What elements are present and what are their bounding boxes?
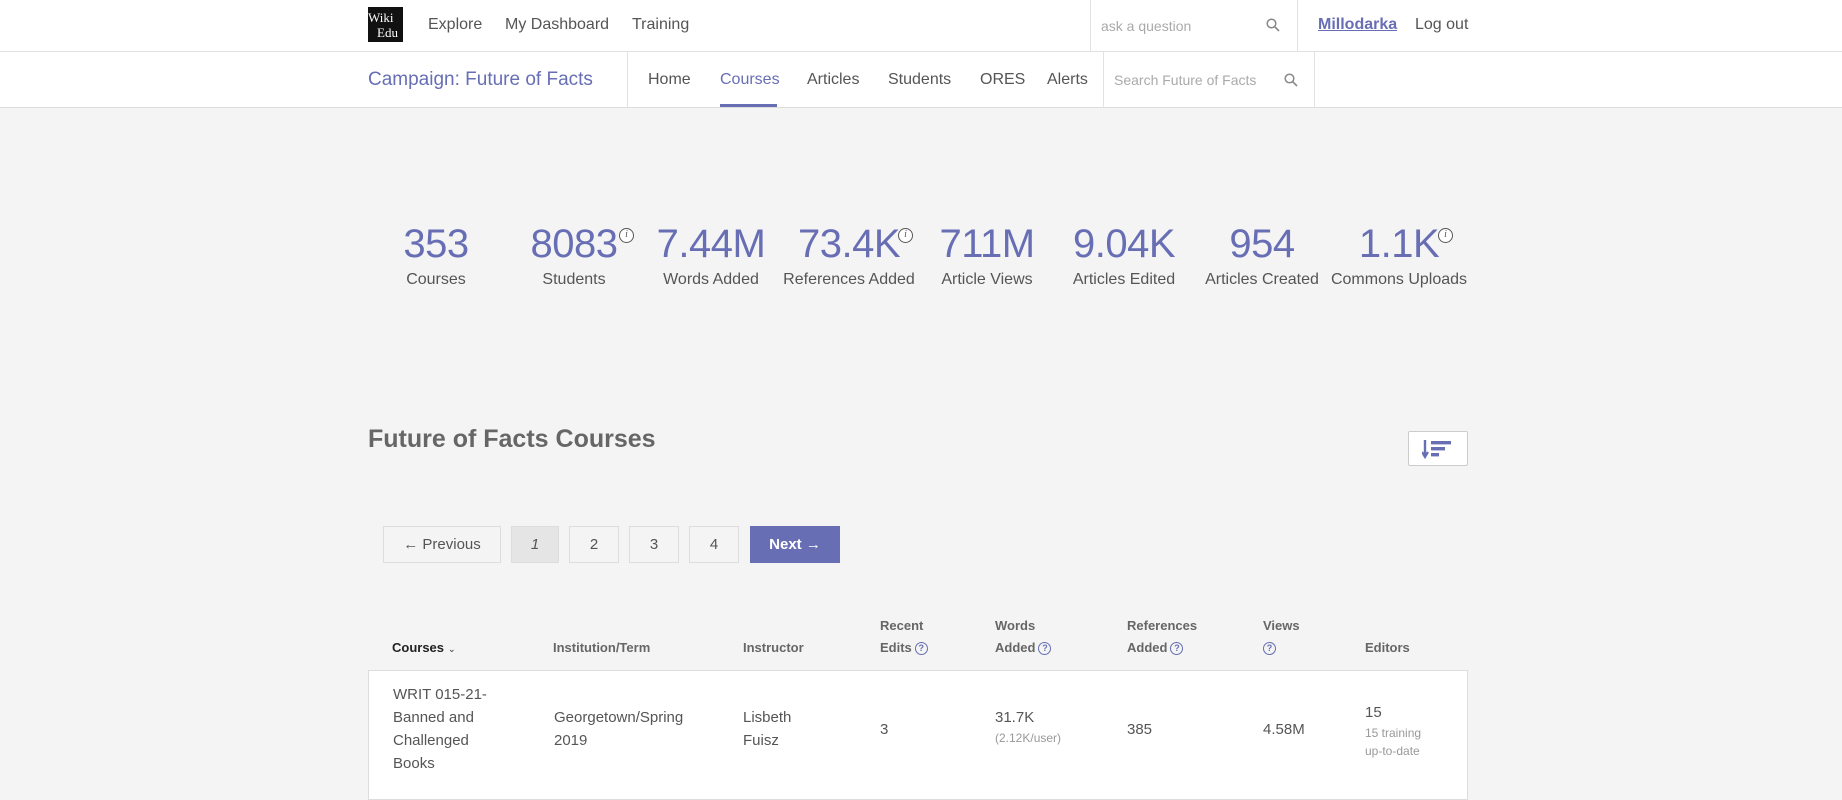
nav-explore[interactable]: Explore — [428, 16, 482, 34]
divider — [627, 52, 628, 108]
column-header-label: Views — [1263, 618, 1300, 633]
tab-alerts[interactable]: Alerts — [1047, 71, 1088, 89]
search-icon[interactable] — [1284, 73, 1298, 87]
institution-line: 2019 — [554, 732, 588, 749]
course-title-line: Challenged — [393, 732, 469, 749]
institution-term: Georgetown/Spring 2019 — [554, 706, 683, 752]
info-icon[interactable]: i — [898, 228, 913, 243]
editors-count: 15 — [1365, 704, 1382, 721]
stat-label: Courses — [406, 271, 466, 288]
stat-value: 73.4K — [797, 222, 901, 266]
sort-button[interactable] — [1408, 431, 1468, 466]
stat-label: Article Views — [941, 271, 1033, 288]
campaign-search-input[interactable] — [1114, 68, 1284, 92]
stat-value: 7.44M — [656, 222, 766, 266]
column-header-label: Edits — [880, 640, 912, 655]
tab-articles[interactable]: Articles — [807, 71, 859, 89]
stat-label: Commons Uploads — [1330, 271, 1468, 288]
page-2-button[interactable]: 2 — [569, 526, 619, 563]
user-profile-link[interactable]: Millodarka — [1318, 16, 1397, 34]
course-title[interactable]: WRIT 015-21- Banned and Challenged Books — [393, 683, 487, 775]
help-search-input[interactable] — [1101, 14, 1261, 38]
campaign-title: Campaign: Future of Facts — [368, 69, 593, 90]
tab-home[interactable]: Home — [648, 71, 691, 89]
column-header-courses[interactable]: Courses ⌄ — [392, 637, 456, 660]
editors-training-status: 15 training — [1365, 726, 1422, 740]
column-header-label: Added — [1127, 640, 1168, 655]
stat-articles-edited: 9.04K Articles Edited — [1054, 222, 1194, 289]
search-icon[interactable] — [1266, 18, 1280, 32]
table-row[interactable]: WRIT 015-21- Banned and Challenged Books… — [368, 670, 1468, 800]
institution-line: Georgetown/Spring — [554, 709, 684, 726]
help-icon[interactable]: ? — [1170, 642, 1184, 656]
nav-training[interactable]: Training — [632, 16, 689, 34]
page-4-button[interactable]: 4 — [689, 526, 739, 563]
stat-value: 9.04K — [1072, 222, 1176, 266]
course-title-line: WRIT 015-21- — [393, 686, 487, 703]
top-header: Wiki Edu Explore My Dashboard Training M… — [0, 0, 1842, 52]
info-icon[interactable]: i — [1438, 228, 1453, 243]
stat-articles-created: 954 Articles Created — [1192, 222, 1332, 289]
stat-label: References Added — [783, 271, 915, 288]
instructor-line: Fuisz — [743, 732, 779, 749]
logo-line-2: Edu — [377, 25, 398, 40]
recent-edits-value: 3 — [880, 721, 889, 738]
stat-value: 711M — [939, 222, 1035, 266]
column-header-label: References — [1127, 618, 1198, 633]
course-title-line: Banned and — [393, 709, 474, 726]
info-icon[interactable]: i — [619, 228, 634, 243]
tab-ores[interactable]: ORES — [980, 71, 1025, 89]
stat-label: Words Added — [663, 271, 759, 288]
column-header-references-added[interactable]: References Added? — [1127, 615, 1197, 659]
column-header-recent-edits[interactable]: Recent Edits? — [880, 615, 928, 659]
words-added-value: 31.7K (2.12K/user) — [995, 706, 1061, 747]
column-header-institution[interactable]: Institution/Term — [553, 637, 650, 659]
instructor-line: Lisbeth — [743, 709, 792, 726]
column-header-label: Courses — [392, 640, 445, 655]
editors-training-status: up-to-date — [1365, 744, 1420, 758]
sort-descending-icon — [1422, 440, 1451, 459]
nav-my-dashboard[interactable]: My Dashboard — [505, 16, 609, 34]
instructor-name: Lisbeth Fuisz — [743, 706, 791, 752]
column-header-label: Recent — [880, 618, 924, 633]
section-title: Future of Facts Courses — [368, 425, 656, 453]
page-3-button[interactable]: 3 — [629, 526, 679, 563]
column-header-editors[interactable]: Editors — [1365, 637, 1410, 659]
editors-value: 15 15 training up-to-date — [1365, 701, 1421, 760]
campaign-nav-bar: Campaign: Future of Facts Home Courses A… — [0, 52, 1842, 108]
references-added-value: 385 — [1127, 721, 1153, 738]
campaign-search — [1103, 52, 1315, 108]
stat-article-views: 711M Article Views — [917, 222, 1057, 289]
help-icon[interactable]: ? — [1263, 642, 1276, 656]
next-page-button[interactable]: Next → — [750, 526, 840, 563]
stat-label: Articles Edited — [1072, 271, 1176, 288]
help-icon[interactable]: ? — [914, 642, 928, 656]
tab-courses[interactable]: Courses — [720, 71, 780, 89]
page-1-button[interactable]: 1 — [511, 526, 559, 563]
logout-link[interactable]: Log out — [1415, 16, 1468, 34]
words-added-total: 31.7K — [995, 709, 1035, 726]
stat-courses: 353 Courses — [366, 222, 506, 289]
chevron-down-icon: ⌄ — [448, 644, 456, 654]
wiki-edu-logo[interactable]: Wiki Edu — [368, 7, 403, 42]
views-value: 4.58M — [1263, 721, 1305, 738]
help-icon[interactable]: ? — [1038, 642, 1052, 656]
previous-page-button[interactable]: ← Previous — [383, 526, 501, 563]
words-per-user: (2.12K/user) — [995, 731, 1062, 745]
column-header-instructor[interactable]: Instructor — [743, 637, 804, 659]
stat-label: Students — [542, 271, 606, 288]
active-tab-indicator — [720, 104, 777, 107]
tab-students[interactable]: Students — [888, 71, 951, 89]
stat-value: 954 — [1229, 222, 1295, 266]
stat-words-added: 7.44M Words Added — [641, 222, 781, 289]
stat-value: 353 — [403, 222, 469, 266]
column-header-views[interactable]: Views ? — [1263, 615, 1300, 659]
stat-label: Articles Created — [1205, 271, 1319, 288]
course-title-line: Books — [393, 755, 435, 772]
column-header-label: Added — [995, 640, 1036, 655]
column-header-words-added[interactable]: Words Added? — [995, 615, 1052, 659]
column-header-label: Words — [995, 618, 1036, 633]
logo-line-1: Wiki — [368, 10, 394, 25]
help-search — [1090, 0, 1298, 52]
